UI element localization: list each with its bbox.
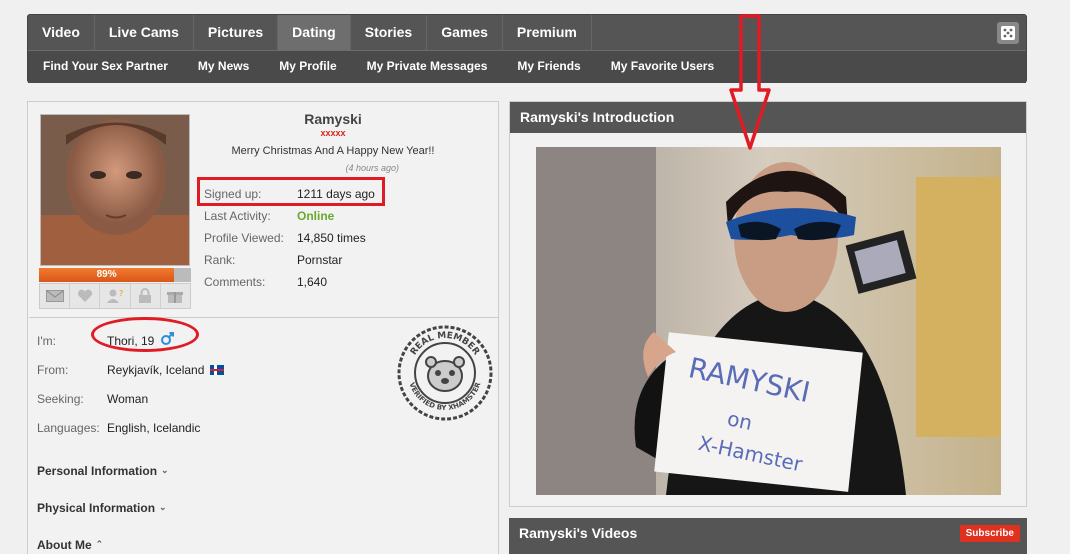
page: Video Live Cams Pictures Dating Stories …: [0, 0, 1070, 554]
tab-premium[interactable]: Premium: [503, 15, 592, 50]
random-dice-icon[interactable]: [997, 22, 1019, 44]
stat-label: Comments:: [204, 275, 266, 289]
profile-actions: ?: [39, 283, 191, 309]
stat-label: Signed up:: [204, 187, 262, 201]
stat-label: Rank:: [204, 253, 236, 267]
lock-icon[interactable]: [131, 284, 161, 308]
tab-live-cams[interactable]: Live Cams: [95, 15, 194, 50]
stat-value: 1,640: [297, 275, 328, 289]
stat-value: 1211 days ago: [297, 187, 375, 201]
subtab-find-partner[interactable]: Find Your Sex Partner: [28, 51, 183, 83]
online-status: Online: [297, 209, 335, 223]
videos-title: Ramyski's Videos: [519, 525, 638, 541]
info-row: Seeking: Woman: [37, 384, 224, 413]
verified-stamp-icon: REAL MEMBER VERIFIED BY XHAMSTER: [397, 325, 493, 421]
videos-panel: Ramyski's Videos Subscribe: [509, 518, 1027, 554]
rating-bar: 89%: [39, 268, 191, 282]
introduction-title: Ramyski's Introduction: [510, 102, 1026, 133]
status-time: (4 hours ago): [345, 163, 399, 173]
info-row: I'm: Thori, 19: [37, 326, 224, 355]
info-value: Woman: [107, 391, 149, 406]
add-friend-icon[interactable]: ?: [100, 284, 131, 308]
iceland-flag-icon: [210, 364, 225, 375]
info-label: Languages:: [37, 420, 100, 435]
introduction-panel: Ramyski's Introduction RAMYSKI on X-Hams…: [509, 101, 1027, 507]
user-stars: xxxxx: [320, 128, 346, 138]
info-value: Thori, 19: [107, 333, 155, 348]
stat-row: Signed up: 1211 days ago: [204, 183, 375, 205]
tab-pictures[interactable]: Pictures: [194, 15, 279, 50]
male-icon: [160, 332, 175, 349]
profile-photo[interactable]: [40, 114, 190, 266]
profile-stats: Signed up: 1211 days ago Last Activity: On…: [204, 183, 375, 293]
info-value: Reykjavík, Iceland: [107, 362, 205, 377]
profile-info: I'm: Thori, 19 From: Reykjavík, Iceland Se…: [37, 326, 225, 442]
chevron-down-icon: ⌄: [161, 465, 169, 475]
main-tabs: Video Live Cams Pictures Dating Stories …: [28, 15, 1026, 51]
svg-text:on: on: [725, 406, 754, 435]
message-icon[interactable]: [40, 284, 71, 308]
status-message: Merry Christmas And A Happy New Year!!: [231, 145, 435, 157]
info-label: I'm:: [37, 333, 56, 348]
stat-row: Rank: Pornstar: [204, 249, 375, 271]
divider: [29, 317, 499, 318]
info-row: Languages: English, Icelandic: [37, 413, 224, 442]
info-label: Seeking:: [37, 391, 84, 406]
tab-stories[interactable]: Stories: [351, 15, 428, 50]
subtab-favorite-users[interactable]: My Favorite Users: [596, 51, 729, 83]
introduction-photo[interactable]: RAMYSKI on X-Hamster: [536, 147, 1001, 495]
subtab-my-profile[interactable]: My Profile: [264, 51, 351, 83]
top-navigation: Video Live Cams Pictures Dating Stories …: [27, 14, 1027, 83]
rating-fill: 89%: [39, 268, 175, 282]
info-value: English, Icelandic: [107, 420, 201, 435]
username: Ramyski: [304, 111, 362, 127]
info-row: From: Reykjavík, Iceland: [37, 355, 225, 384]
tab-dating[interactable]: Dating: [278, 15, 351, 50]
heart-icon[interactable]: [70, 284, 101, 308]
stat-label: Last Activity:: [204, 209, 271, 223]
stat-label: Profile Viewed:: [204, 231, 284, 245]
subscribe-button[interactable]: Subscribe: [959, 525, 1020, 542]
profile-sections: Personal Information ⌄ Physical Informati…: [37, 452, 169, 554]
info-label: From:: [37, 362, 69, 377]
chevron-down-icon: ⌄: [159, 502, 167, 512]
profile-panel: 89% ? Ramyski xxxxx Merry Christmas And …: [27, 101, 499, 554]
stat-value: 14,850 times: [297, 231, 366, 245]
section-physical-information[interactable]: Physical Information ⌄: [37, 489, 169, 526]
stat-row: Comments: 1,640: [204, 271, 375, 293]
stat-row: Last Activity: Online: [204, 205, 375, 227]
subtab-my-friends[interactable]: My Friends: [502, 51, 595, 83]
section-personal-information[interactable]: Personal Information ⌄: [37, 452, 169, 489]
svg-text:?: ?: [119, 289, 123, 298]
subtab-my-news[interactable]: My News: [183, 51, 264, 83]
tab-games[interactable]: Games: [427, 15, 503, 50]
gift-icon[interactable]: [161, 284, 190, 308]
tab-video[interactable]: Video: [28, 15, 95, 50]
stat-value: Pornstar: [297, 253, 343, 267]
subtab-private-messages[interactable]: My Private Messages: [352, 51, 503, 83]
section-about-me[interactable]: About Me ⌃: [37, 526, 169, 554]
chevron-up-icon: ⌃: [95, 539, 104, 549]
sub-tabs: Find Your Sex Partner My News My Profile…: [28, 51, 1026, 83]
stat-row: Profile Viewed: 14,850 times: [204, 227, 375, 249]
